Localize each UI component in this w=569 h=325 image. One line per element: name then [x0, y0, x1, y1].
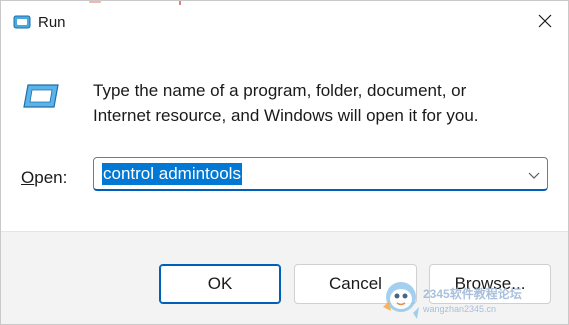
run-dialog: Run Type the name of a program, folder, … — [0, 0, 569, 325]
window-title: Run — [38, 14, 66, 31]
chevron-down-icon[interactable] — [527, 168, 541, 180]
title-bar: Run — [1, 1, 568, 45]
description: Type the name of a program, folder, docu… — [93, 78, 553, 128]
open-label-rest: pen: — [34, 168, 68, 187]
open-label: Open: — [21, 167, 67, 189]
description-line-2: Internet resource, and Windows will open… — [93, 106, 479, 125]
open-combobox[interactable]: control admintools — [93, 157, 548, 191]
cancel-button[interactable]: Cancel — [294, 264, 417, 304]
open-label-accel: O — [21, 168, 35, 187]
close-icon — [538, 14, 552, 33]
close-button[interactable] — [522, 1, 568, 45]
run-app-icon — [22, 83, 60, 114]
run-icon — [13, 15, 31, 34]
browse-button[interactable]: Browse... — [429, 264, 551, 304]
button-bar: OK Cancel Browse... — [1, 231, 568, 324]
description-line-1: Type the name of a program, folder, docu… — [93, 81, 467, 100]
ok-button[interactable]: OK — [159, 264, 281, 304]
open-input-value[interactable]: control admintools — [102, 163, 242, 185]
